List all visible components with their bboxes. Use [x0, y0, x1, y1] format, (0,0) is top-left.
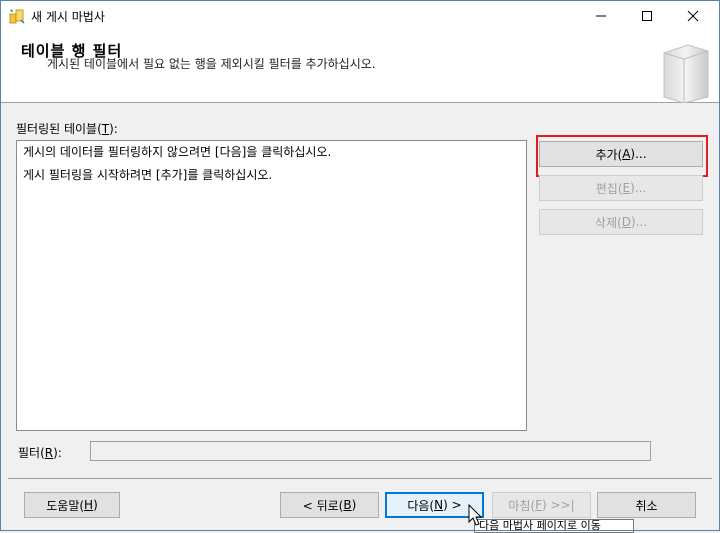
edit-button[interactable]: 편집(E)... [539, 175, 703, 201]
close-button[interactable] [670, 0, 716, 31]
list-item: 게시의 데이터를 필터링하지 않으려면 [다음]을 클릭하십시오. [23, 145, 332, 159]
back-button[interactable]: < 뒤로(B) [280, 492, 379, 518]
filter-label: 필터(R): [18, 446, 62, 460]
title-bar: 새 게시 마법사 [0, 0, 720, 31]
finish-button[interactable]: 마침(F) >>| [492, 492, 591, 518]
wizard-header: 테이블 행 필터 게시된 테이블에서 필요 없는 행을 제외시킬 필터를 추가하… [0, 31, 720, 103]
wizard-graphic-icon [663, 44, 709, 103]
maximize-icon [642, 10, 652, 21]
footer-divider [8, 478, 712, 479]
maximize-button[interactable] [624, 0, 670, 31]
filtered-tables-list[interactable]: 게시의 데이터를 필터링하지 않으려면 [다음]을 클릭하십시오. 게시 필터링… [16, 140, 527, 431]
delete-button[interactable]: 삭제(D)... [539, 209, 703, 235]
filter-field[interactable] [90, 441, 651, 461]
close-icon [687, 10, 699, 21]
cancel-button[interactable]: 취소 [597, 492, 696, 518]
list-item: 게시 필터링을 시작하려면 [추가]를 클릭하십시오. [23, 168, 273, 182]
mouse-pointer-icon [468, 504, 483, 526]
add-button[interactable]: 추가(A)... [539, 141, 703, 167]
minimize-icon [596, 15, 606, 16]
window-title: 새 게시 마법사 [31, 10, 105, 24]
page-subtitle: 게시된 테이블에서 필요 없는 행을 제외시킬 필터를 추가하십시오. [47, 57, 376, 71]
filtered-tables-label: 필터링된 테이블(T): [16, 122, 118, 136]
help-button[interactable]: 도움말(H) [24, 492, 120, 518]
wizard-app-icon [9, 9, 25, 24]
minimize-button[interactable] [578, 0, 624, 31]
